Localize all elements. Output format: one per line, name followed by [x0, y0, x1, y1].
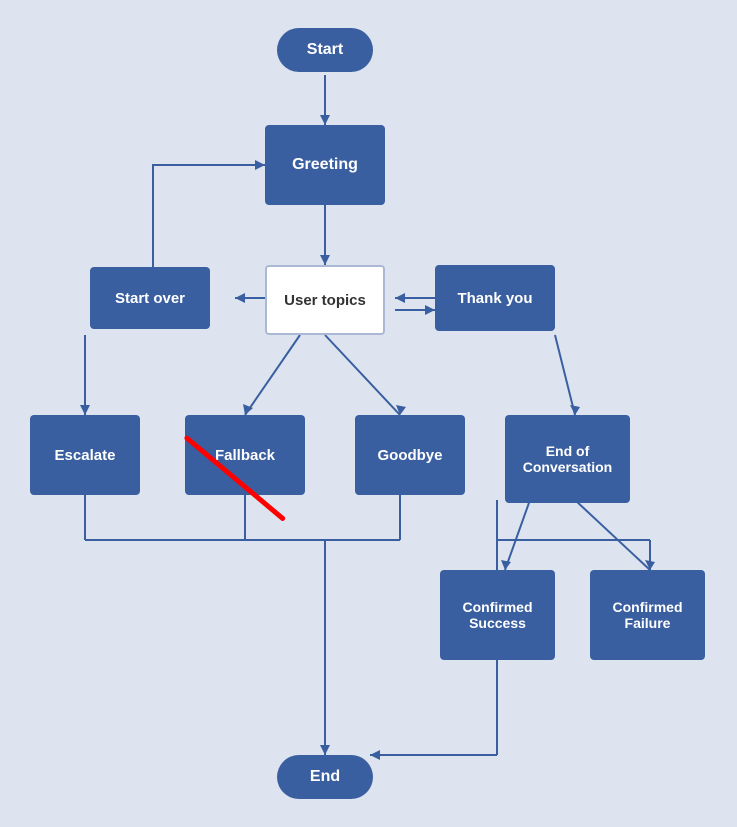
end-of-conversation-node: End of Conversation [505, 415, 630, 503]
escalate-node: Escalate [30, 415, 140, 495]
confirmed-failure-node: Confirmed Failure [590, 570, 705, 660]
flowchart: Start Greeting User topics Start over Th… [0, 0, 737, 827]
confirmed-success-node: Confirmed Success [440, 570, 555, 660]
thank-you-node: Thank you [435, 265, 555, 331]
start-node: Start [277, 28, 373, 72]
user-topics-node: User topics [265, 265, 385, 335]
end-node: End [277, 755, 373, 799]
goodbye-node: Goodbye [355, 415, 465, 495]
greeting-node: Greeting [265, 125, 385, 205]
start-over-node: Start over [90, 267, 210, 329]
